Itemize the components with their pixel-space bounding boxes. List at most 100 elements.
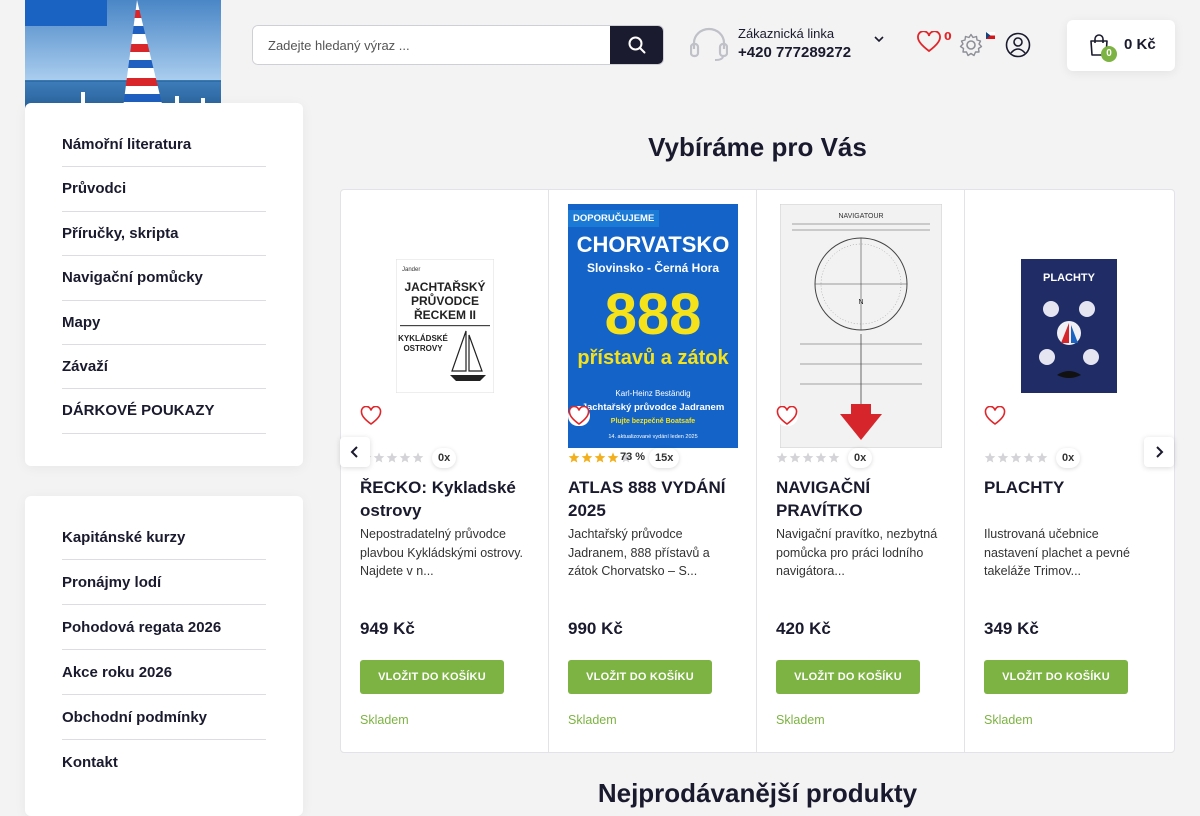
star-icon	[997, 452, 1009, 463]
stock-status: Skladem	[568, 713, 617, 727]
logo-banner	[25, 0, 107, 26]
add-to-cart-button[interactable]: VLOŽIT DO KOŠÍKU	[776, 660, 920, 694]
product-card[interactable]: NAVIGATOUR N 0x NAVIGAČNÍ PRAVÍTKO Navig…	[757, 190, 965, 752]
add-to-wishlist-icon[interactable]	[360, 406, 382, 426]
navigation-ruler-image: NAVIGATOUR N	[780, 204, 942, 448]
carousel-next-button[interactable]	[1144, 437, 1174, 467]
rating-percent: 73 %	[620, 451, 646, 463]
sidebar-category-item[interactable]: Závaží	[62, 345, 266, 390]
star-icon	[984, 452, 996, 463]
sidebar-category-item[interactable]: DÁRKOVÉ POUKAZY	[62, 389, 266, 434]
gear-icon[interactable]	[959, 33, 983, 57]
cover-number: 888	[605, 282, 702, 347]
category-menu: Námořní literatura Průvodci Příručky, skri…	[25, 103, 303, 466]
recommended-badge: DOPORUČUJEME	[568, 210, 660, 227]
product-card[interactable]: PLACHTY 0x PLACHTY Ilustrovaná učebnice …	[965, 190, 1173, 752]
stock-status: Skladem	[360, 713, 409, 727]
star-icon	[1010, 452, 1022, 463]
rating-count: 0x	[848, 448, 873, 468]
book-cover-plachty: PLACHTY	[1021, 259, 1117, 393]
sidebar-link-item[interactable]: Pohodová regata 2026	[62, 605, 266, 650]
book-cover-greece: Jander JACHTAŘSKÝ PRŮVODCE ŘECKEM II KYK…	[396, 259, 494, 393]
star-icon	[1023, 452, 1035, 463]
cover-author: Karl-Heinz Beständig	[615, 389, 690, 398]
star-icon	[776, 452, 788, 463]
sidebar-category-item[interactable]: Příručky, skripta	[62, 212, 266, 257]
cart-count: 0	[1101, 46, 1117, 62]
support-label: Zákaznická linka	[738, 26, 835, 41]
sidebar-category-item[interactable]: Námořní literatura	[62, 123, 266, 168]
section-title-bestsellers: Nejprodávanější produkty	[597, 778, 918, 808]
section-title-featured: Vybíráme pro Vás	[648, 132, 867, 162]
carousel-prev-button[interactable]	[340, 437, 370, 467]
cover-edition: 14. aktualizované vydání leden 2025	[608, 434, 697, 440]
user-account-icon[interactable]	[1005, 32, 1031, 58]
cart-total: 0 Kč	[1124, 36, 1156, 53]
support-phone[interactable]: +420 777289272	[738, 44, 851, 61]
sidebar-category-item[interactable]: Mapy	[62, 301, 266, 345]
product-card[interactable]: Jander JACHTAŘSKÝ PRŮVODCE ŘECKEM II KYK…	[341, 190, 549, 752]
product-image[interactable]: PLACHTY	[984, 204, 1154, 448]
star-icon	[802, 452, 814, 463]
add-to-wishlist-icon[interactable]	[568, 406, 590, 426]
add-to-wishlist-icon[interactable]	[984, 406, 1006, 426]
add-to-cart-button[interactable]: VLOŽIT DO KOŠÍKU	[984, 660, 1128, 694]
star-icon	[607, 452, 619, 463]
rating-count: 15x	[649, 448, 680, 468]
product-title[interactable]: PLACHTY	[984, 476, 1159, 499]
sidebar-link-item[interactable]: Obchodní podmínky	[62, 695, 266, 740]
rating-stars	[984, 452, 1048, 463]
rating-count: 0x	[1056, 448, 1081, 468]
add-to-wishlist-icon[interactable]	[776, 406, 798, 426]
chevron-right-icon	[1156, 446, 1164, 458]
cover-footer: Jachtařský průvodce Jadranem	[582, 402, 725, 413]
sidebar-link-item[interactable]: Akce roku 2026	[62, 650, 266, 695]
product-title[interactable]: ATLAS 888 VYDÁNÍ 2025	[568, 476, 743, 522]
ruler-brand: NAVIGATOUR	[838, 213, 883, 220]
search-icon	[628, 36, 645, 54]
sidebar-category-item[interactable]: Průvodci	[62, 167, 266, 212]
product-image[interactable]: NAVIGATOUR N	[776, 204, 946, 448]
star-icon	[568, 452, 580, 463]
star-icon	[581, 452, 593, 463]
headset-icon	[690, 27, 728, 61]
cover-subtitle: Slovinsko - Černá Hora	[587, 260, 719, 275]
svg-text:ŘECKEM II: ŘECKEM II	[414, 307, 476, 322]
star-icon	[815, 452, 827, 463]
product-price: 420 Kč	[776, 619, 831, 638]
rating-count: 0x	[432, 448, 457, 468]
sidebar-link-item[interactable]: Pronájmy lodí	[62, 560, 266, 605]
info-link-list: Kapitánské kurzy Pronájmy lodí Pohodová re…	[62, 515, 266, 785]
stock-status: Skladem	[776, 713, 825, 727]
sidebar-category-item[interactable]: Navigační pomůcky	[62, 256, 266, 301]
star-icon	[412, 452, 424, 463]
cover-tagline: přístavů a zátok	[577, 347, 729, 369]
search-input[interactable]	[253, 26, 610, 64]
product-title[interactable]: NAVIGAČNÍ PRAVÍTKO	[776, 476, 951, 522]
product-description: Ilustrovaná učebnice nastavení plachet a…	[984, 527, 1130, 578]
product-image[interactable]: CHORVATSKO Slovinsko - Černá Hora 888 př…	[568, 204, 738, 448]
product-title[interactable]: ŘECKO: Kykladské ostrovy	[360, 476, 535, 522]
wishlist-heart-icon[interactable]	[917, 31, 941, 53]
czech-flag-icon[interactable]	[986, 32, 995, 39]
add-to-cart-button[interactable]: VLOŽIT DO KOŠÍKU	[568, 660, 712, 694]
product-image[interactable]: Jander JACHTAŘSKÝ PRŮVODCE ŘECKEM II KYK…	[360, 204, 530, 448]
search-bar	[252, 25, 664, 65]
cover-author: Jander	[402, 267, 420, 273]
product-card[interactable]: DOPORUČUJEME CHORVATSKO Slovinsko - Čern…	[549, 190, 757, 752]
star-icon	[828, 452, 840, 463]
star-icon	[399, 452, 411, 463]
product-carousel: Jander JACHTAŘSKÝ PRŮVODCE ŘECKEM II KYK…	[340, 189, 1175, 753]
search-button[interactable]	[610, 26, 663, 64]
svg-text:JACHTAŘSKÝ: JACHTAŘSKÝ	[404, 279, 485, 294]
customer-support[interactable]: Zákaznická linka +420 777289272	[690, 23, 890, 67]
svg-text:PRŮVODCE: PRŮVODCE	[411, 292, 479, 308]
add-to-cart-button[interactable]: VLOŽIT DO KOŠÍKU	[360, 660, 504, 694]
cart-button[interactable]: 0 0 Kč	[1067, 20, 1175, 71]
star-icon	[789, 452, 801, 463]
chevron-down-icon[interactable]	[874, 35, 884, 43]
sidebar-link-item[interactable]: Kontakt	[62, 740, 266, 785]
sidebar-link-item[interactable]: Kapitánské kurzy	[62, 515, 266, 560]
rating-stars	[776, 452, 840, 463]
north-mark: N	[858, 299, 863, 306]
